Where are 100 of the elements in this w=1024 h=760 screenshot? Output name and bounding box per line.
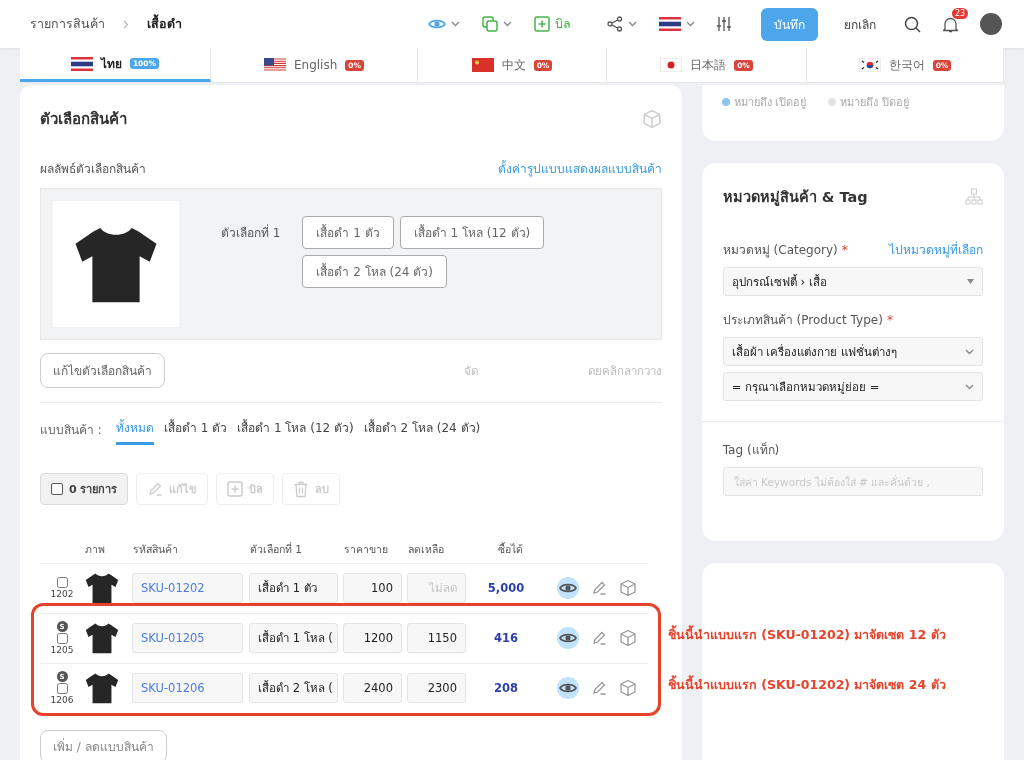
eye-icon[interactable] [557, 577, 580, 599]
breadcrumb-link[interactable]: รายการสินค้า [30, 14, 105, 34]
option-value-tag: เสื้อดำ 1 ตัว [302, 216, 394, 249]
discount-field[interactable]: 1150 [407, 623, 466, 653]
price-field[interactable]: 1200 [343, 623, 402, 653]
avatar[interactable] [980, 13, 1002, 35]
pencil-icon [591, 630, 608, 646]
legend-label: หมายถึง ปิดอยู่ [840, 95, 909, 111]
required-mark: * [841, 243, 848, 257]
option-label: ตัวเลือกที่ 1 [221, 223, 281, 242]
cube-icon[interactable] [619, 679, 638, 697]
cancel-button[interactable]: ยกเลิก [838, 13, 882, 35]
caret-icon [965, 383, 974, 390]
pencil-icon [591, 680, 608, 696]
row-number: 1202 [50, 589, 74, 599]
copy-icon [482, 16, 498, 32]
eye-icon [428, 18, 446, 30]
copy-dropdown[interactable] [482, 16, 512, 32]
section-label: ผลลัพธ์ตัวเลือกสินค้า [40, 161, 146, 178]
row-checkbox[interactable] [56, 577, 68, 588]
plus-square-icon [227, 481, 244, 497]
legend-label: หมายถึง เปิดอยู่ [733, 95, 807, 111]
required-mark: * [886, 313, 893, 327]
language-dropdown[interactable] [659, 17, 695, 31]
annotation-note: ชิ้นนี้นำแบบแรก (SKU-01202) มาจัดเซต 24 ตัว [668, 675, 946, 694]
search-icon[interactable] [904, 15, 921, 33]
row-checkbox[interactable] [56, 633, 68, 644]
pencil-icon [147, 481, 164, 497]
category-select[interactable]: อุปกรณ์เซฟตี้ › เสื้อ [722, 267, 983, 296]
filter-label: แบบสินค้า : [40, 421, 102, 439]
cube-icon[interactable] [619, 629, 638, 647]
caret-icon [503, 21, 512, 27]
column-header: รหัสสินค้า [133, 543, 178, 556]
flag-icon [659, 17, 681, 31]
share-dropdown[interactable] [607, 16, 637, 32]
caret-icon [628, 21, 637, 27]
subcategory-select[interactable]: = กรุณาเลือกหมวดหมู่ย่อย = [722, 372, 983, 401]
cube-icon[interactable] [619, 579, 638, 597]
checkbox[interactable] [51, 483, 63, 495]
edit-icon[interactable] [591, 580, 608, 596]
column-header: ภาพ [85, 543, 105, 556]
hierarchy-icon [965, 187, 983, 206]
option-field[interactable]: เสื้อดำ 2 โหล ( [249, 673, 338, 703]
notification-badge: 23 [952, 7, 969, 19]
column-header: ลดเหลือ [408, 543, 444, 556]
caret-icon [686, 21, 695, 27]
row-checkbox[interactable] [56, 683, 68, 694]
option-field[interactable]: เสื้อดำ 1 ตัว [249, 573, 338, 603]
option-value-tag: เสื้อดำ 2 โหล (24 ตัว) [302, 255, 447, 288]
flag-icon [660, 58, 683, 72]
card-title: หมวดหมู่สินค้า & Tag [722, 188, 868, 208]
sku-field[interactable]: SKU-01202 [132, 573, 243, 603]
field-label: หมวดหมู่ (Category) [722, 243, 838, 257]
pencil-icon [591, 580, 608, 596]
option-value-tag: เสื้อดำ 1 โหล (12 ตัว) [399, 216, 545, 249]
stock-count: 416 [493, 631, 519, 645]
breadcrumb-current: เสื้อดำ [147, 14, 182, 33]
column-header: ตัวเลือกที่ 1 [250, 543, 303, 556]
chevron-icon [123, 19, 129, 29]
column-header: ราคาขาย [344, 543, 388, 556]
option-field[interactable]: เสื้อดำ 1 โหล ( [249, 623, 338, 653]
flag-icon [263, 58, 286, 72]
field-label: Tag (แท็ก) [722, 441, 781, 459]
edit-options-button[interactable]: แก้ไขตัวเลือกสินค้า [40, 353, 165, 388]
edit-icon[interactable] [591, 630, 608, 646]
annotation-note: ชิ้นนี้นำแบบแรก (SKU-01202) มาจัดเซต 12 ตัว [668, 625, 946, 644]
cube-icon [641, 109, 662, 129]
hint-text: ดยคลิกลากวาง [587, 362, 662, 380]
caret-icon [967, 279, 974, 284]
eye-icon[interactable] [557, 677, 580, 699]
discount-field[interactable]: 2300 [407, 673, 466, 703]
stock-count: 208 [493, 681, 519, 695]
row-number: 1205 [50, 645, 74, 655]
bell-icon[interactable] [943, 15, 958, 33]
settings-icon[interactable] [717, 16, 731, 32]
filter-tab[interactable]: เสื้อดำ 1 โหล (12 ตัว) [237, 413, 354, 445]
eye-icon[interactable] [557, 627, 580, 649]
filter-tab[interactable]: เสื้อดำ 2 โหล (24 ตัว) [363, 413, 481, 445]
hint-text: จัด [463, 362, 478, 380]
add-remove-variants-button[interactable]: เพิ่ม / ลดแบบสินค้า [40, 729, 167, 760]
flag-icon [70, 56, 93, 71]
price-field[interactable]: 100 [343, 573, 402, 603]
trash-icon [293, 480, 310, 498]
flag-icon [858, 58, 881, 72]
preview-dropdown[interactable] [428, 18, 460, 30]
row-number: 1206 [50, 695, 74, 705]
product-type-select[interactable]: เสื้อผ้า เครื่องแต่งกาย แฟชั่นต่างๆ [722, 337, 983, 366]
filter-tab[interactable]: เสื้อดำ 1 ตัว [163, 413, 228, 445]
field-label: ประเภทสินค้า (Product Type) [722, 313, 883, 327]
price-field[interactable]: 2400 [343, 673, 402, 703]
caret-icon [965, 348, 974, 355]
caret-icon [451, 21, 460, 27]
edit-icon[interactable] [591, 680, 608, 696]
sku-field[interactable]: SKU-01206 [132, 673, 243, 703]
column-header: ซื้อได้ [497, 543, 523, 556]
card-title: ตัวเลือกสินค้า [40, 109, 127, 130]
select-button[interactable]: 0 รายการ [40, 473, 129, 505]
stock-count: 5,000 [486, 581, 526, 595]
sku-field[interactable]: SKU-01205 [132, 623, 243, 653]
flag-icon [471, 58, 494, 72]
